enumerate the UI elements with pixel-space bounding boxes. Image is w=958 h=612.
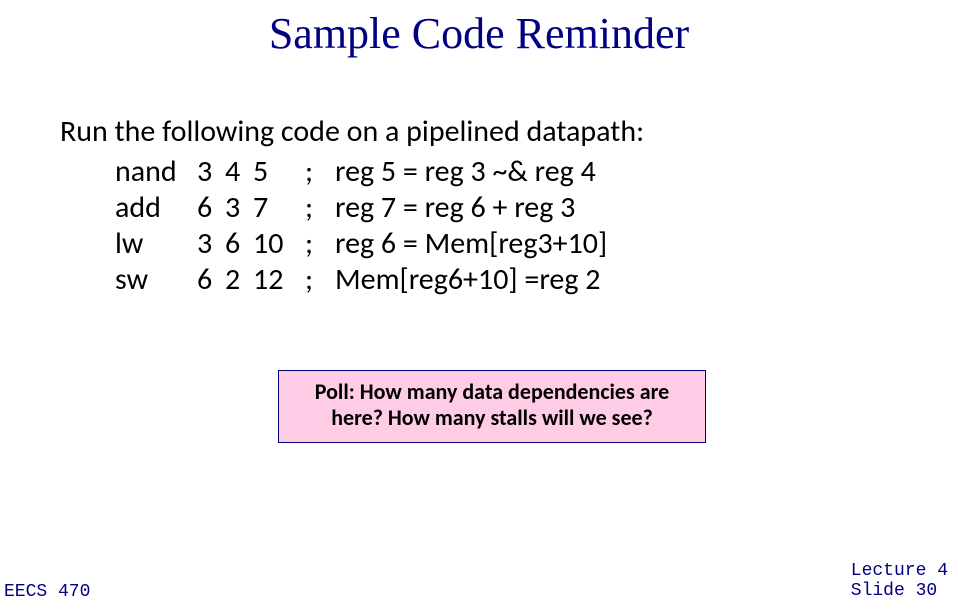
code-block: nand 3 4 5 ; reg 5 = reg 3 ~& reg 4 add … [115, 154, 900, 298]
footer-slide: Slide 30 [851, 581, 948, 602]
code-row: add 6 3 7 ; reg 7 = reg 6 + reg 3 [115, 190, 900, 226]
sep: ; [305, 154, 335, 190]
comment: reg 7 = reg 6 + reg 3 [335, 190, 575, 226]
poll-line-1: Poll: How many data dependencies are [289, 379, 695, 405]
arg1: 3 [197, 154, 225, 190]
arg2: 3 [225, 190, 253, 226]
opcode: nand [115, 154, 197, 190]
sep: ; [305, 190, 335, 226]
arg3: 7 [253, 190, 305, 226]
code-row: lw 3 6 10 ; reg 6 = Mem[reg3+10] [115, 226, 900, 262]
sep: ; [305, 226, 335, 262]
opcode: sw [115, 262, 197, 298]
code-row: nand 3 4 5 ; reg 5 = reg 3 ~& reg 4 [115, 154, 900, 190]
comment: reg 5 = reg 3 ~& reg 4 [335, 154, 596, 190]
footer-slide-info: Lecture 4 Slide 30 [851, 561, 948, 602]
footer-lecture: Lecture 4 [851, 561, 948, 582]
arg2: 4 [225, 154, 253, 190]
slide-title: Sample Code Reminder [0, 0, 958, 59]
arg3: 10 [253, 226, 305, 262]
arg1: 3 [197, 226, 225, 262]
sep: ; [305, 262, 335, 298]
footer-course: EECS 470 [4, 582, 90, 602]
comment: reg 6 = Mem[reg3+10] [335, 226, 607, 262]
poll-box: Poll: How many data dependencies are her… [278, 370, 706, 443]
body: Run the following code on a pipelined da… [60, 113, 900, 298]
comment: Mem[reg6+10] =reg 2 [335, 262, 600, 298]
arg1: 6 [197, 190, 225, 226]
intro-text: Run the following code on a pipelined da… [60, 113, 900, 150]
arg3: 5 [253, 154, 305, 190]
arg1: 6 [197, 262, 225, 298]
arg2: 6 [225, 226, 253, 262]
slide: Sample Code Reminder Run the following c… [0, 0, 958, 612]
poll-line-2: here? How many stalls will we see? [289, 405, 695, 431]
arg3: 12 [253, 262, 305, 298]
opcode: lw [115, 226, 197, 262]
arg2: 2 [225, 262, 253, 298]
code-row: sw 6 2 12 ; Mem[reg6+10] =reg 2 [115, 262, 900, 298]
opcode: add [115, 190, 197, 226]
